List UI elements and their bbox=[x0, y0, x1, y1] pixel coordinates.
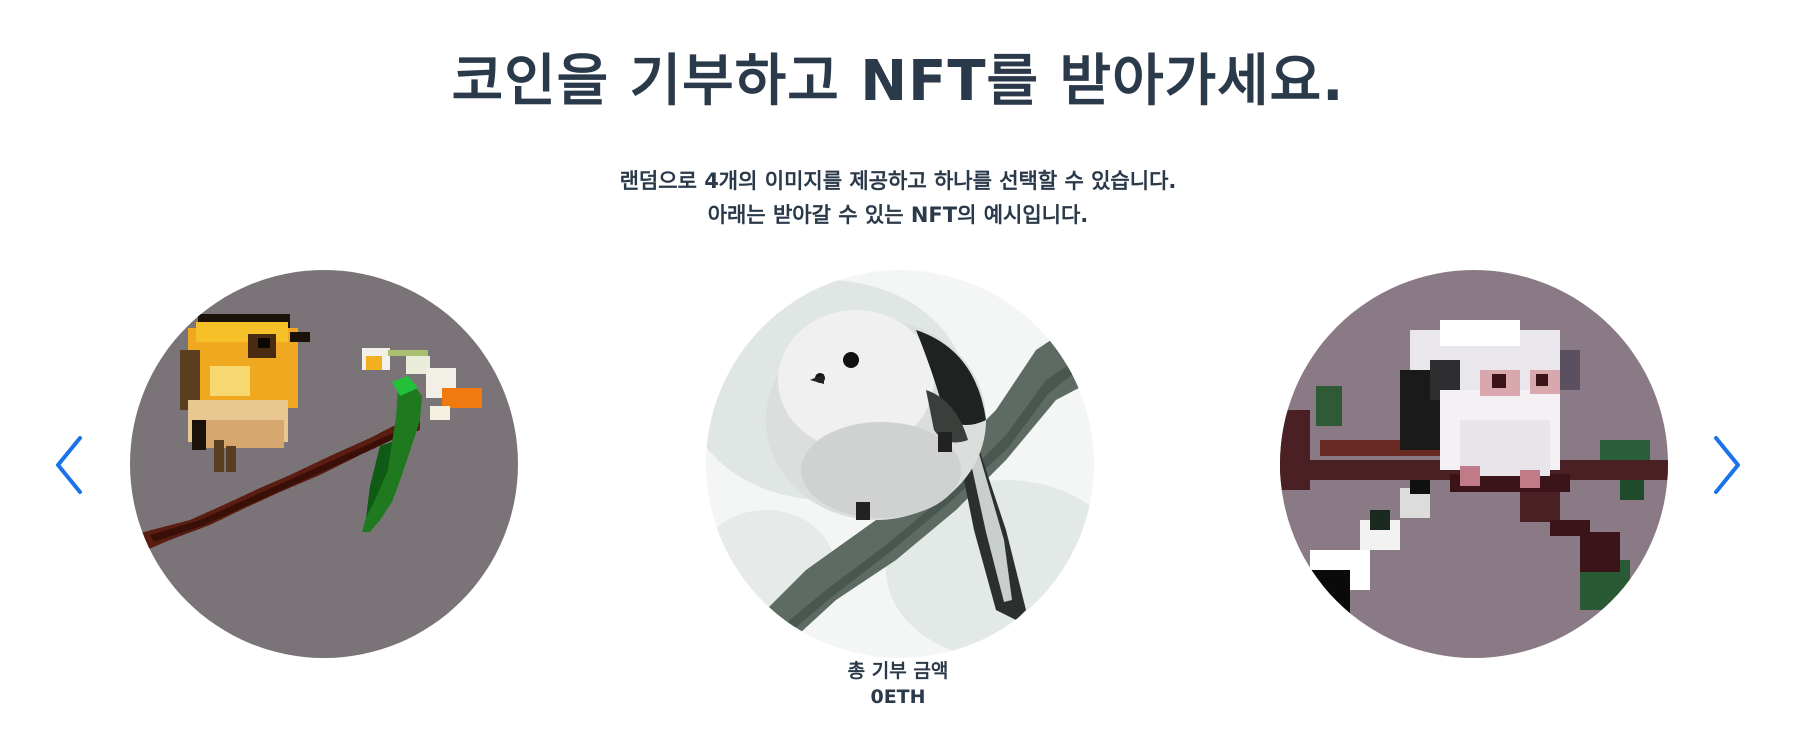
carousel-next-button[interactable] bbox=[1704, 430, 1744, 500]
description-line-1: 랜덤으로 4개의 이미지를 제공하고 하나를 선택할 수 있습니다. bbox=[619, 169, 1177, 193]
chevron-left-icon bbox=[56, 436, 82, 494]
page-title: 코인을 기부하고 NFT를 받아가세요. bbox=[451, 49, 1345, 114]
pixel-bird-yellow-image bbox=[130, 270, 518, 658]
nft-image-3[interactable] bbox=[1280, 270, 1668, 658]
total-donation-value: 0ETH bbox=[870, 686, 926, 708]
nft-image-1[interactable] bbox=[130, 270, 518, 658]
carousel-prev-button[interactable] bbox=[52, 430, 92, 500]
pixel-bird-white-image bbox=[1280, 270, 1668, 658]
nft-carousel bbox=[0, 270, 1796, 660]
nft-image-2[interactable] bbox=[706, 270, 1094, 658]
chevron-right-icon bbox=[1714, 436, 1740, 494]
painted-bird-image bbox=[706, 270, 1094, 658]
total-donation-label: 총 기부 금액 bbox=[847, 660, 949, 682]
description-line-2: 아래는 받아갈 수 있는 NFT의 예시입니다. bbox=[707, 203, 1089, 227]
